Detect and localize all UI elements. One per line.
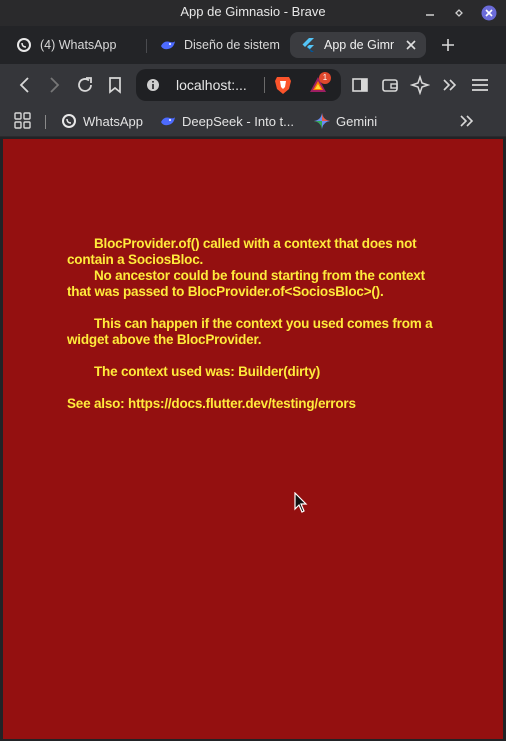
bookmark-label: DeepSeek - Into t... [182, 113, 295, 129]
mouse-pointer-icon [294, 492, 308, 513]
bookmark-deepseek[interactable]: DeepSeek - Into t... [160, 111, 294, 131]
bookmarks-bar: WhatsApp DeepSeek - Into t... Gemini [0, 106, 506, 137]
tab-label: App de Gimna [324, 38, 394, 52]
reload-icon[interactable] [75, 75, 95, 95]
rewards-badge: 1 [319, 72, 331, 84]
sidebar-icon[interactable] [350, 75, 370, 95]
tab-label: Diseño de sistem [184, 38, 280, 52]
url-text: localhost:... [176, 77, 247, 93]
tab-diseno[interactable]: Diseño de sistem [150, 32, 280, 58]
whatsapp-icon [17, 38, 31, 52]
tab-app-gimnasio[interactable]: App de Gimna [290, 32, 426, 58]
page-content: BlocProvider.of() called with a context … [3, 139, 503, 739]
error-line: The context used was: Builder(dirty) [94, 364, 321, 379]
tab-whatsapp[interactable]: (4) WhatsApp [6, 32, 140, 58]
whatsapp-icon [62, 114, 76, 128]
deepseek-icon [161, 117, 175, 126]
bookmark-whatsapp[interactable]: WhatsApp [61, 111, 143, 131]
flutter-icon [302, 38, 314, 52]
forward-arrow-icon[interactable] [44, 75, 64, 95]
navigation-toolbar: localhost:... 1 [0, 64, 506, 106]
bookmarks-divider [45, 115, 46, 129]
gemini-icon [314, 113, 330, 129]
bookmark-gemini[interactable]: Gemini [314, 111, 377, 131]
brave-shields-icon[interactable] [274, 75, 292, 95]
close-tab-icon[interactable] [404, 38, 418, 52]
error-line: This can happen if the context you used … [67, 316, 433, 347]
bookmark-label: WhatsApp [83, 113, 143, 129]
leo-ai-icon[interactable] [410, 75, 430, 95]
back-arrow-icon[interactable] [15, 75, 35, 95]
error-line: BlocProvider.of() called with a context … [67, 236, 417, 267]
restore-button[interactable] [451, 5, 467, 21]
close-window-button[interactable] [481, 5, 497, 21]
tab-label: (4) WhatsApp [40, 38, 117, 52]
extensions-overflow-icon[interactable] [440, 75, 460, 95]
minimize-button[interactable] [422, 5, 438, 21]
tab-divider [146, 39, 147, 53]
error-line: No ancestor could be found starting from… [67, 268, 425, 299]
address-bar[interactable]: localhost:... 1 [136, 69, 341, 101]
tab-strip: (4) WhatsApp Diseño de sistem App de Gim… [0, 26, 506, 64]
new-tab-button[interactable] [438, 35, 458, 55]
browser-window: App de Gimnasio - Brave (4) WhatsApp Dis… [0, 0, 506, 741]
error-link-line: See also: https://docs.flutter.dev/testi… [67, 396, 356, 411]
apps-grid-icon[interactable] [14, 112, 32, 130]
flutter-error-message: BlocProvider.of() called with a context … [67, 236, 443, 412]
site-info-icon[interactable] [146, 78, 160, 92]
address-divider [264, 77, 265, 93]
wallet-icon[interactable] [380, 75, 400, 95]
deepseek-icon [161, 41, 175, 50]
bookmark-label: Gemini [336, 113, 378, 129]
bookmark-icon[interactable] [105, 75, 125, 95]
title-bar: App de Gimnasio - Brave [0, 0, 506, 26]
bookmarks-overflow-icon[interactable] [458, 114, 474, 128]
menu-icon[interactable] [470, 75, 490, 95]
